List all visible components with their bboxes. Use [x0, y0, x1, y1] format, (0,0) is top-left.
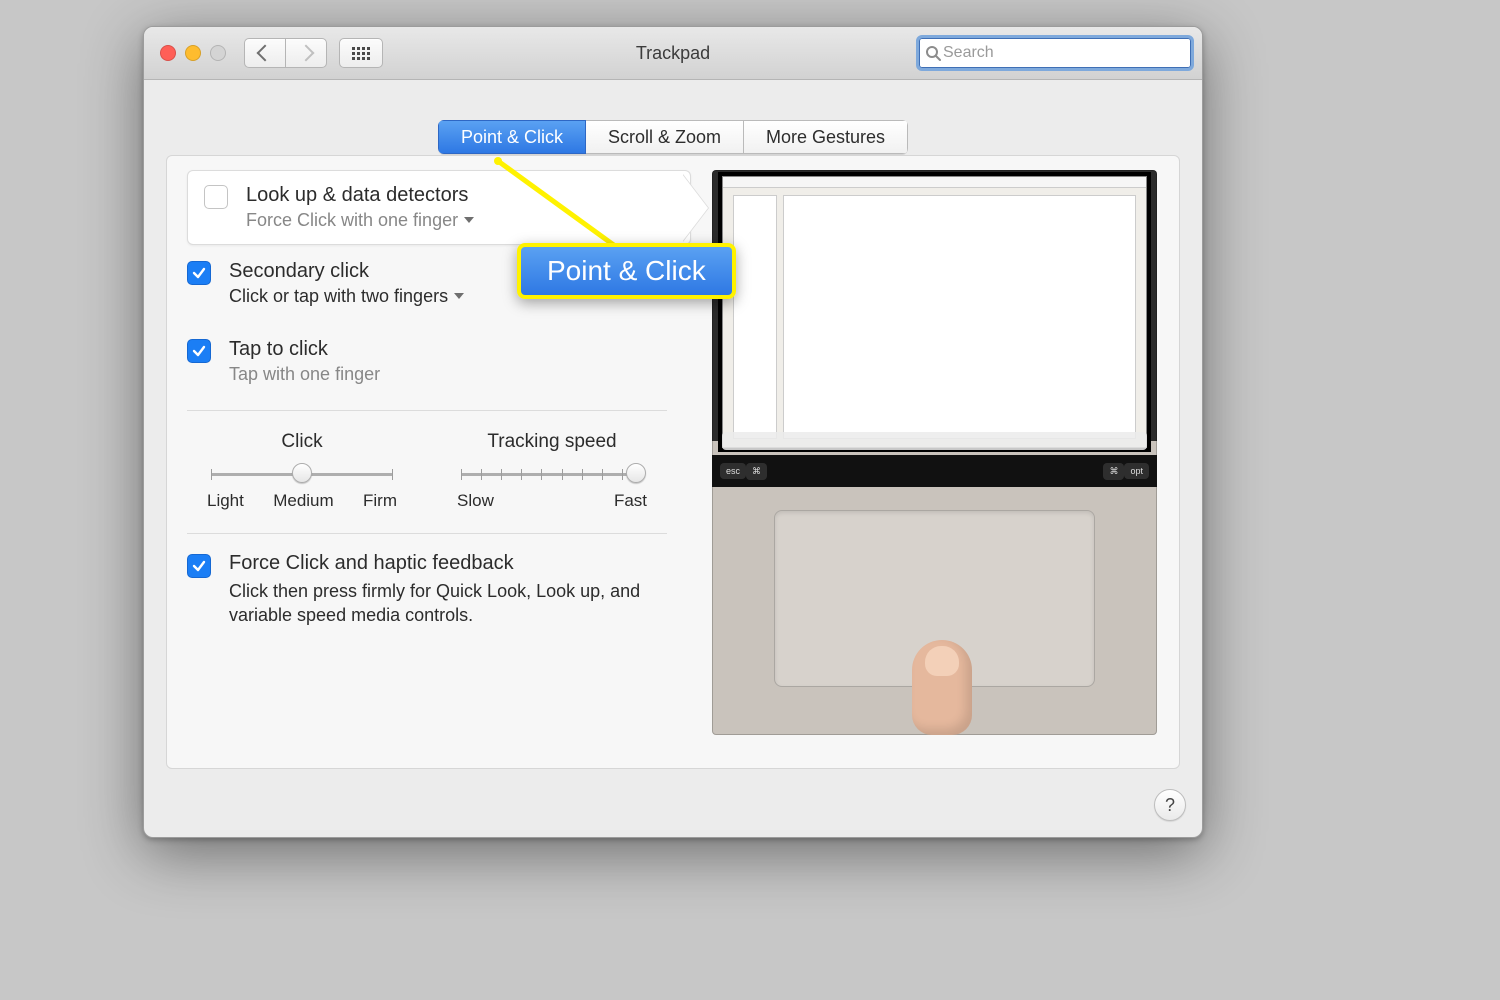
option-tap-to-click-title: Tap to click [229, 337, 380, 362]
search-field-wrap[interactable] [916, 35, 1194, 71]
zoom-window-button[interactable] [210, 45, 226, 61]
checkbox-secondary-click[interactable] [187, 261, 211, 285]
slider-click-track[interactable] [211, 463, 393, 485]
search-input[interactable] [941, 43, 1185, 63]
tab-more-gestures[interactable]: More Gestures [744, 120, 908, 154]
gesture-preview: esc ⌘ ⌘ opt [712, 170, 1157, 735]
slider-click-thumb[interactable] [292, 463, 312, 483]
forward-button[interactable] [285, 38, 327, 68]
divider [187, 533, 667, 534]
tab-point-click[interactable]: Point & Click [438, 120, 586, 154]
option-force-click[interactable]: Force Click and haptic feedback Click th… [187, 544, 667, 628]
slider-tracking-track[interactable] [461, 463, 643, 485]
window-controls [160, 45, 226, 61]
checkbox-tap-to-click[interactable] [187, 339, 211, 363]
close-window-button[interactable] [160, 45, 176, 61]
option-force-click-title: Force Click and haptic feedback [229, 552, 659, 575]
sliders-row: Click Light Medium Firm Tracking speed [187, 421, 667, 511]
option-look-up-subtitle[interactable]: Force Click with one finger [246, 208, 474, 232]
nav-back-forward [244, 38, 327, 68]
tab-bar: Point & Click Scroll & Zoom More Gesture… [144, 120, 1202, 154]
preferences-window: Trackpad Point & Click Scroll & Zoom Mor… [143, 26, 1203, 838]
option-look-up-subtitle-text: Force Click with one finger [246, 208, 458, 232]
slider-click: Click Light Medium Firm [207, 431, 397, 511]
slider-tracking-thumb[interactable] [626, 463, 646, 483]
option-look-up[interactable]: Look up & data detectors Force Click wit… [187, 170, 691, 245]
slider-click-max: Firm [363, 491, 397, 511]
grid-icon [352, 47, 370, 60]
options-column: Look up & data detectors Force Click wit… [187, 170, 667, 627]
help-button[interactable]: ? [1154, 789, 1186, 821]
divider [187, 410, 667, 411]
slider-click-min: Light [207, 491, 244, 511]
chevron-down-icon [464, 217, 474, 223]
slider-tracking-min: Slow [457, 491, 494, 511]
option-tap-to-click-subtitle: Tap with one finger [229, 362, 380, 386]
minimize-window-button[interactable] [185, 45, 201, 61]
callout-label: Point & Click [517, 243, 736, 299]
chevron-left-icon [257, 45, 274, 62]
chevron-down-icon [454, 293, 464, 299]
titlebar: Trackpad [144, 27, 1202, 80]
option-secondary-click-title: Secondary click [229, 259, 464, 284]
slider-click-label: Click [207, 431, 397, 453]
option-secondary-click-subtitle-text: Click or tap with two fingers [229, 284, 448, 308]
chevron-right-icon [298, 45, 315, 62]
option-look-up-title: Look up & data detectors [246, 183, 474, 208]
checkbox-force-click[interactable] [187, 554, 211, 578]
option-secondary-click-subtitle[interactable]: Click or tap with two fingers [229, 284, 464, 308]
slider-tracking: Tracking speed Slow Fast [457, 431, 647, 511]
tab-scroll-zoom[interactable]: Scroll & Zoom [586, 120, 744, 154]
slider-tracking-label: Tracking speed [457, 431, 647, 453]
slider-tracking-max: Fast [614, 491, 647, 511]
slider-click-mid: Medium [273, 491, 333, 511]
back-button[interactable] [244, 38, 285, 68]
search-icon [925, 45, 941, 61]
option-tap-to-click[interactable]: Tap to click Tap with one finger [187, 323, 667, 400]
checkbox-look-up[interactable] [204, 185, 228, 209]
show-all-button[interactable] [339, 38, 383, 68]
option-force-click-desc: Click then press firmly for Quick Look, … [229, 579, 659, 628]
